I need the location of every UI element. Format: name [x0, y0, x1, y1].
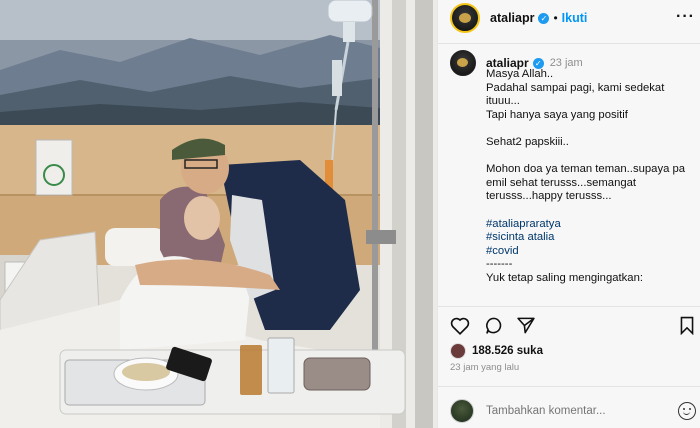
comment-divider	[438, 386, 700, 387]
hashtag-link[interactable]: #covid	[486, 245, 695, 259]
verified-badge-icon: ✓	[538, 12, 550, 24]
follow-button[interactable]: Ikuti	[562, 11, 588, 25]
heart-icon[interactable]	[450, 316, 470, 340]
author-username[interactable]: ataliapr	[490, 11, 534, 25]
caption-line	[486, 204, 695, 218]
caption-line: -------	[486, 258, 513, 271]
separator-dot: •	[553, 11, 558, 25]
more-options-icon[interactable]: ···	[676, 8, 695, 26]
caption-divider	[438, 306, 700, 307]
post-photo[interactable]	[0, 0, 437, 428]
caption-text: Masya Allah.. Padahal sampai pagi, kami s…	[486, 68, 695, 286]
hospital-room-photo	[0, 0, 437, 428]
caption-line: emil sehat terusss...semangat	[486, 176, 637, 189]
posted-time[interactable]: 23 jam yang lalu	[450, 362, 519, 373]
comment-icon[interactable]	[484, 316, 504, 340]
hashtag-link[interactable]: #ataliapraratya	[486, 218, 695, 232]
caption: ataliapr ✓ 23 jam Masya Allah.. Padahal s…	[450, 50, 695, 300]
caption-line: Yuk tetap saling mengingatkan:	[486, 271, 644, 284]
viewer-avatar	[450, 399, 474, 423]
comment-box	[450, 398, 700, 424]
action-bar	[450, 316, 700, 338]
post-header: ataliapr ✓ • Ikuti ···	[438, 0, 700, 36]
send-icon[interactable]	[516, 316, 536, 340]
caption-line: Padahal sampai pagi, kami sedekat	[486, 81, 665, 94]
liker-avatar[interactable]	[450, 343, 466, 359]
smiley-icon[interactable]	[678, 402, 696, 420]
caption-line: Sehat2 papskiii..	[486, 135, 569, 148]
hashtag-link[interactable]: #sicinta atalia	[486, 231, 695, 245]
bookmark-icon[interactable]	[678, 316, 696, 340]
caption-line: terusss...happy terusss...	[486, 190, 612, 203]
caption-line: Mohon doa ya teman teman..supaya pa	[486, 163, 686, 176]
comment-input[interactable]	[486, 405, 666, 417]
instagram-post: ataliapr ✓ • Ikuti ··· ataliapr ✓ 23 jam…	[0, 0, 700, 428]
caption-line: Masya Allah..	[486, 68, 554, 80]
likes-row: 188.526 suka	[450, 343, 543, 359]
author-avatar[interactable]	[450, 3, 480, 33]
like-count[interactable]: 188.526 suka	[472, 345, 543, 357]
caption-line: Tapi hanya saya yang positif	[486, 108, 628, 121]
caption-line	[486, 122, 695, 136]
caption-line: ituuu...	[486, 95, 520, 108]
verified-badge-icon: ✓	[532, 57, 544, 69]
post-sidebar: ataliapr ✓ • Ikuti ··· ataliapr ✓ 23 jam…	[437, 0, 700, 428]
caption-avatar[interactable]	[450, 50, 476, 76]
header-divider	[438, 43, 700, 44]
caption-line	[486, 150, 695, 164]
